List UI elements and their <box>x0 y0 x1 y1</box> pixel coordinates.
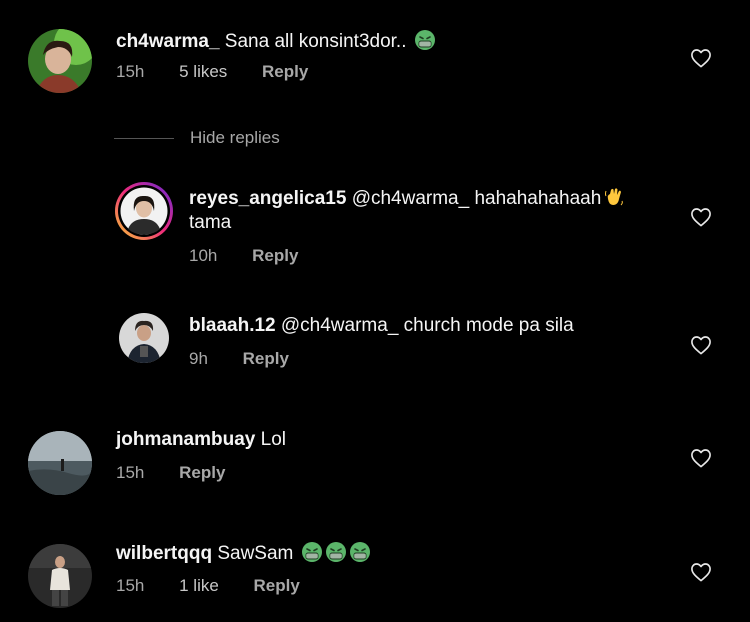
heart-outline-icon[interactable] <box>690 335 712 355</box>
timestamp: 9h <box>189 349 208 368</box>
avatar[interactable] <box>28 544 92 608</box>
reply-button[interactable]: Reply <box>262 62 308 81</box>
avatar[interactable] <box>119 313 169 363</box>
comment-meta: 10h Reply <box>189 246 328 266</box>
reply-button[interactable]: Reply <box>252 246 298 265</box>
timestamp: 10h <box>189 246 218 265</box>
comment-body: johmanambuay Lol <box>116 428 286 452</box>
comment-text-line2: tama <box>189 212 232 233</box>
comment-text: church mode pa sila <box>403 315 574 336</box>
comment-text: SawSam <box>217 543 294 564</box>
username[interactable]: ch4warma_ <box>116 31 220 52</box>
divider-line <box>114 138 174 139</box>
timestamp: 15h <box>116 463 145 482</box>
waving-hand-icon <box>603 186 625 208</box>
comment-meta: 15h 1 like Reply <box>116 576 330 596</box>
reply-button[interactable]: Reply <box>254 576 300 595</box>
username[interactable]: johmanambuay <box>116 429 255 450</box>
nauseated-face-icon <box>301 541 323 563</box>
reply-button[interactable]: Reply <box>243 349 289 368</box>
nauseated-face-icon <box>349 541 371 563</box>
comment-body: blaaah.12 @ch4warma_ church mode pa sila <box>189 314 574 338</box>
comment-body: wilbertqqq SawSam <box>116 541 371 566</box>
heart-outline-icon[interactable] <box>690 207 712 227</box>
username[interactable]: wilbertqqq <box>116 543 212 564</box>
comment-meta: 15h Reply <box>116 463 255 483</box>
heart-outline-icon[interactable] <box>690 562 712 582</box>
mention[interactable]: @ch4warma_ <box>281 315 399 336</box>
avatar-story-ring[interactable] <box>114 181 174 241</box>
username[interactable]: blaaah.12 <box>189 315 276 336</box>
likes-count[interactable]: 5 likes <box>179 62 227 81</box>
nauseated-face-icon <box>325 541 347 563</box>
reply-button[interactable]: Reply <box>179 463 225 482</box>
comment-meta: 9h Reply <box>189 349 319 369</box>
timestamp: 15h <box>116 576 145 595</box>
comment-text: hahahahahaah <box>474 188 602 209</box>
timestamp: 15h <box>116 62 145 81</box>
likes-count[interactable]: 1 like <box>179 576 219 595</box>
heart-outline-icon[interactable] <box>690 48 712 68</box>
comment-meta: 15h 5 likes Reply <box>116 62 338 82</box>
hide-replies-label: Hide replies <box>190 128 280 147</box>
avatar[interactable] <box>28 431 92 495</box>
comment-text: Lol <box>260 429 287 450</box>
username[interactable]: reyes_angelica15 <box>189 188 346 209</box>
comment-body: reyes_angelica15 @ch4warma_ hahahahahaah… <box>189 186 659 235</box>
avatar[interactable] <box>28 29 92 93</box>
comment-body: ch4warma_ Sana all konsint3dor.. <box>116 29 436 54</box>
mention[interactable]: @ch4warma_ <box>352 188 470 209</box>
heart-outline-icon[interactable] <box>690 448 712 468</box>
comment-text: Sana all konsint3dor.. <box>224 31 407 52</box>
nauseated-face-icon <box>414 29 436 51</box>
